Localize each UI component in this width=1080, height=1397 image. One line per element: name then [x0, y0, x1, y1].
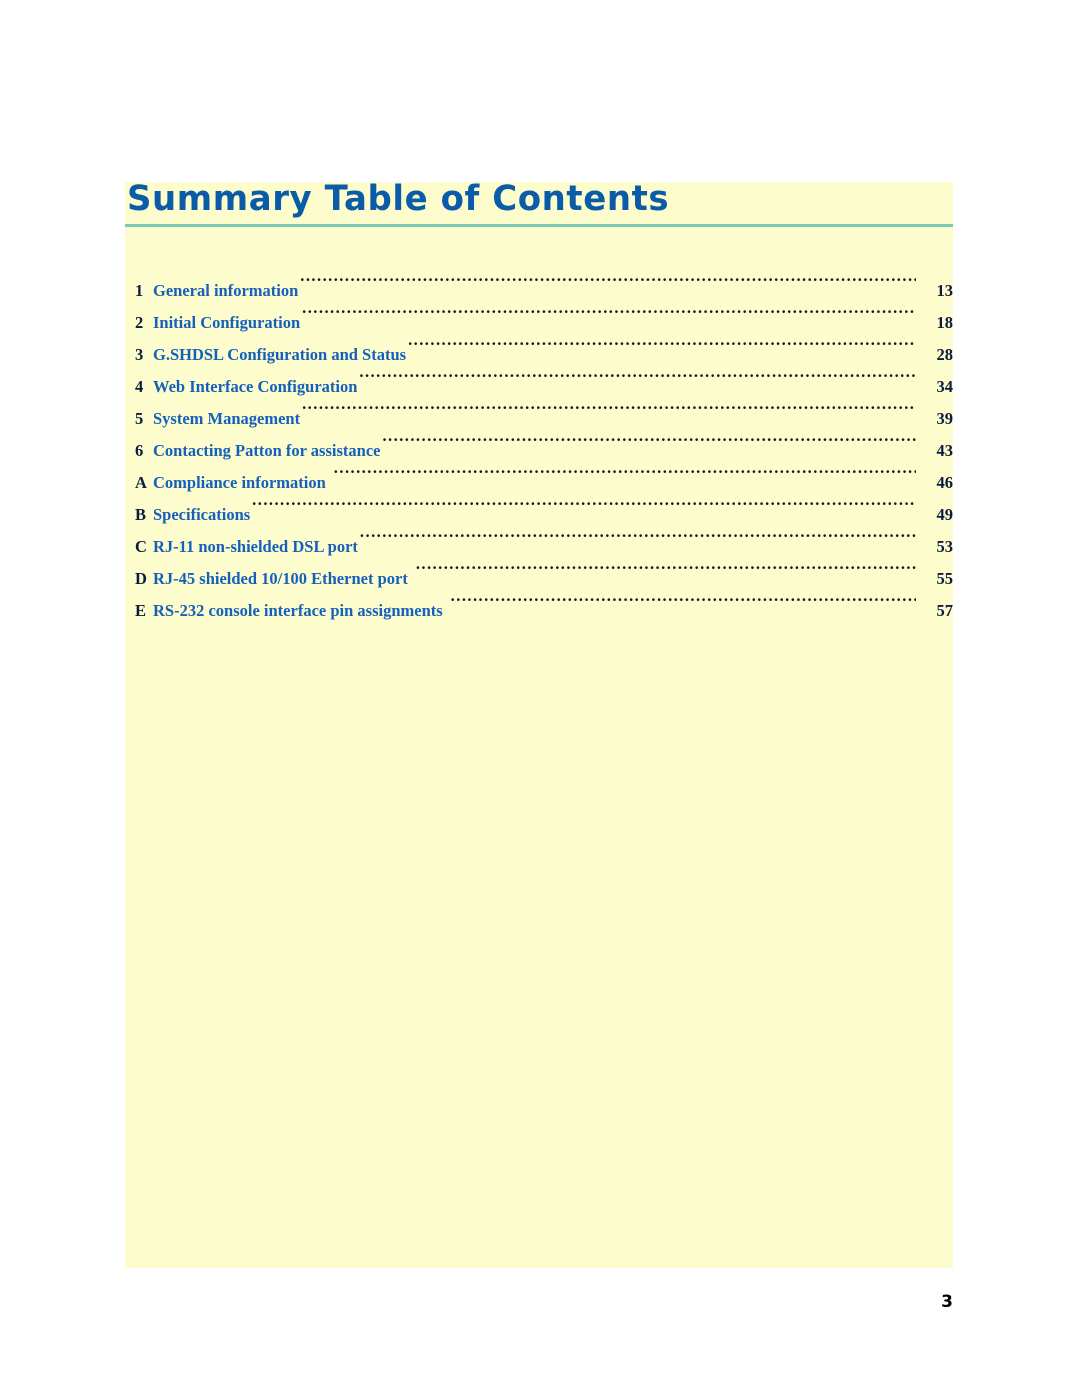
toc-content-panel: Summary Table of Contents 1 General infor…: [125, 179, 953, 1268]
toc-leader-dots: [252, 488, 916, 520]
toc-leader-dots: [300, 264, 916, 296]
toc-entry-row[interactable]: CRJ-11 non-shielded DSL port53: [125, 520, 953, 556]
title-divider-rule: [125, 224, 953, 227]
toc-entry-row[interactable]: 1General information13: [125, 264, 953, 300]
toc-entry-row[interactable]: 3G.SHDSL Configuration and Status28: [125, 328, 953, 364]
toc-leader-dots: [360, 520, 916, 552]
toc-leader-dots: [416, 552, 916, 584]
page-number-folio: 3: [941, 1292, 953, 1312]
toc-leader-dots: [302, 392, 916, 424]
toc-entry-row[interactable]: 2Initial Configuration18: [125, 296, 953, 332]
toc-entry-row[interactable]: ACompliance information46: [125, 456, 953, 492]
toc-leader-dots: [302, 296, 916, 328]
toc-entry-row[interactable]: 5System Management39: [125, 392, 953, 428]
toc-leader-dots: [359, 360, 916, 392]
toc-leader-dots: [451, 584, 916, 616]
toc-entry-row[interactable]: BSpecifications49: [125, 488, 953, 524]
table-of-contents-list: 1General information132Initial Configura…: [125, 264, 953, 620]
toc-leader-dots: [408, 328, 916, 360]
toc-leader-dots: [334, 456, 916, 488]
toc-entry-page-number[interactable]: 57: [919, 595, 954, 627]
page-title: Summary Table of Contents: [127, 179, 670, 219]
toc-entry-row[interactable]: 4Web Interface Configuration34: [125, 360, 953, 396]
toc-entry-label[interactable]: RS-232 console interface pin assignments: [153, 595, 451, 627]
toc-leader-dots: [382, 424, 916, 456]
toc-entry-row[interactable]: 6Contacting Patton for assistance43: [125, 424, 953, 460]
document-page: Summary Table of Contents 1 General infor…: [0, 0, 1080, 1397]
toc-entry-row[interactable]: E RS-232 console interface pin assignment…: [125, 584, 953, 620]
toc-entry-row[interactable]: DRJ-45 shielded 10/100 Ethernet port55: [125, 552, 953, 588]
toc-entry-index: E: [135, 601, 147, 620]
